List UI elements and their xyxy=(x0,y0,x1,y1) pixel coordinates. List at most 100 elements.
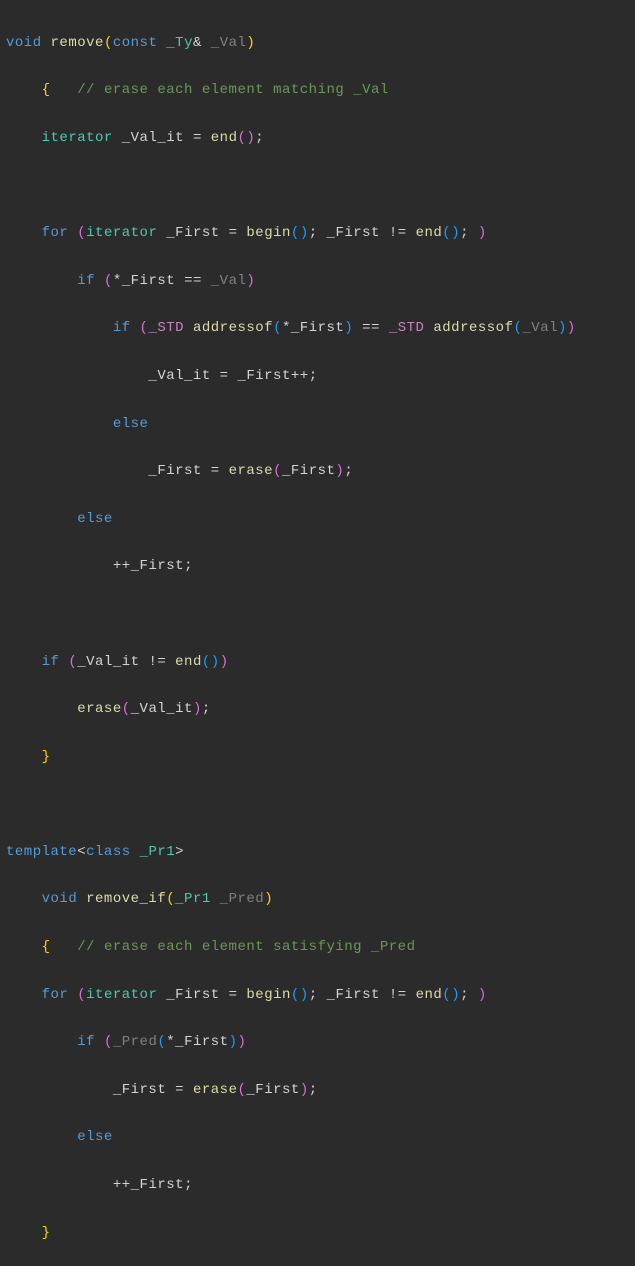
var-valit: _Val_it xyxy=(122,130,184,146)
macro-std: _STD xyxy=(389,320,425,336)
code-line: else xyxy=(6,1126,629,1150)
paren: () xyxy=(237,130,255,146)
code-line: { // erase each element satisfying _Pred xyxy=(6,936,629,960)
semi: ; xyxy=(309,368,318,384)
keyword-void: void xyxy=(6,35,42,51)
keyword-if: if xyxy=(77,273,95,289)
paren: ) xyxy=(300,1082,309,1098)
fn-end: end xyxy=(175,654,202,670)
code-line: _First = erase(_First); xyxy=(6,1079,629,1103)
pp: ++ xyxy=(113,558,131,574)
code-line: template<class _Pr1> xyxy=(6,841,629,865)
code-line: void remove_if(_Pr1 _Pred) xyxy=(6,888,629,912)
param-pred: _Pred xyxy=(220,891,265,907)
code-line: else xyxy=(6,508,629,532)
var-val: _Val xyxy=(522,320,558,336)
paren: () xyxy=(442,225,460,241)
paren: () xyxy=(291,987,309,1003)
semi: ; xyxy=(309,1082,318,1098)
var-first: _First xyxy=(282,463,335,479)
type-iterator: iterator xyxy=(42,130,113,146)
fn-pred: _Pred xyxy=(113,1034,158,1050)
keyword-if: if xyxy=(42,654,60,670)
var-first: _First xyxy=(237,368,290,384)
eq: = xyxy=(220,987,247,1003)
var-first: _First xyxy=(131,558,184,574)
eq: = xyxy=(220,225,247,241)
brace: } xyxy=(42,1225,51,1241)
code-line: _Val_it = _First++; xyxy=(6,365,629,389)
semi: ; xyxy=(202,701,211,717)
code-line: erase(_Val_it); xyxy=(6,698,629,722)
code-line: _First = erase(_First); xyxy=(6,460,629,484)
eq: = xyxy=(184,130,211,146)
paren: () xyxy=(202,654,220,670)
eq: = xyxy=(166,1082,193,1098)
fn-addressof: addressof xyxy=(193,320,273,336)
code-line: for (iterator _First = begin(); _First !… xyxy=(6,984,629,1008)
keyword-template: template xyxy=(6,844,77,860)
fn-end: end xyxy=(416,987,443,1003)
var-first: _First xyxy=(131,1177,184,1193)
semi: ; xyxy=(184,1177,193,1193)
var-valit: _Val_it xyxy=(131,701,193,717)
var-first: _First xyxy=(246,1082,299,1098)
paren: ) xyxy=(238,1034,247,1050)
code-line: for (iterator _First = begin(); _First !… xyxy=(6,222,629,246)
code-line: void remove(const _Ty& _Val) xyxy=(6,32,629,56)
paren: ( xyxy=(104,1034,113,1050)
angle: > xyxy=(175,844,184,860)
code-line: iterator _Val_it = end(); xyxy=(6,127,629,151)
neq: != xyxy=(380,225,416,241)
keyword-for: for xyxy=(42,987,69,1003)
code-line: if (_STD addressof(*_First) == _STD addr… xyxy=(6,317,629,341)
paren: ) xyxy=(344,320,353,336)
code-line xyxy=(6,793,629,817)
paren: ( xyxy=(273,320,282,336)
semi: ; xyxy=(309,987,327,1003)
keyword-class: class xyxy=(86,844,131,860)
code-line: } xyxy=(6,1222,629,1246)
paren: ) xyxy=(478,225,487,241)
var-valit: _Val_it xyxy=(77,654,139,670)
fn-erase: erase xyxy=(229,463,274,479)
fn-begin: begin xyxy=(246,987,291,1003)
keyword-const: const xyxy=(113,35,158,51)
var-val: _Val xyxy=(211,273,247,289)
keyword-if: if xyxy=(113,320,131,336)
deref: * xyxy=(282,320,291,336)
pp: ++ xyxy=(291,368,309,384)
fn-remove: remove xyxy=(51,35,104,51)
keyword-for: for xyxy=(42,225,69,241)
keyword-else: else xyxy=(77,511,113,527)
neq: != xyxy=(380,987,416,1003)
paren: ( xyxy=(77,225,86,241)
paren: ) xyxy=(246,35,255,51)
paren: ( xyxy=(104,35,113,51)
neq: != xyxy=(140,654,176,670)
paren: ( xyxy=(104,273,113,289)
semi: ; xyxy=(460,225,478,241)
paren: ( xyxy=(68,654,77,670)
paren: ( xyxy=(122,701,131,717)
paren: ) xyxy=(246,273,255,289)
code-line: if (_Val_it != end()) xyxy=(6,651,629,675)
var-first: _First xyxy=(122,273,175,289)
paren: ( xyxy=(237,1082,246,1098)
type-pr1: _Pr1 xyxy=(175,891,211,907)
var-first: _First xyxy=(166,987,219,1003)
var-first: _First xyxy=(148,463,201,479)
paren: ) xyxy=(264,891,273,907)
brace: { xyxy=(42,82,51,98)
type-ty: _Ty xyxy=(166,35,193,51)
paren: () xyxy=(442,987,460,1003)
var-first: _First xyxy=(327,225,380,241)
semi: ; xyxy=(460,987,478,1003)
var-first: _First xyxy=(175,1034,228,1050)
keyword-else: else xyxy=(77,1129,113,1145)
angle: < xyxy=(77,844,86,860)
brace: { xyxy=(42,939,51,955)
type-pr1: _Pr1 xyxy=(140,844,176,860)
paren: ) xyxy=(478,987,487,1003)
var-first: _First xyxy=(327,987,380,1003)
